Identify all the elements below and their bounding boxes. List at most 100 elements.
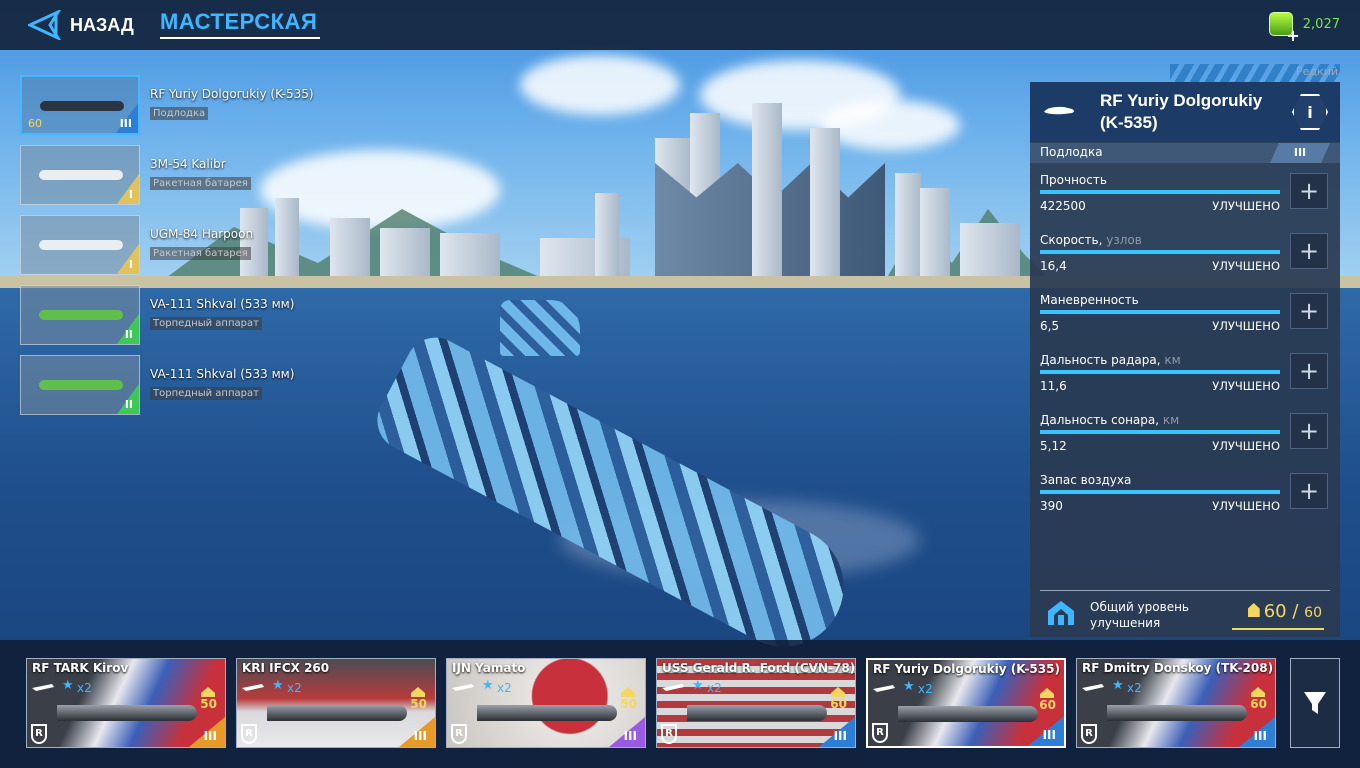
plus-icon: + <box>1298 177 1320 205</box>
plus-icon: + <box>1298 357 1320 385</box>
ship-type-icon <box>452 684 474 691</box>
ship-card[interactable]: RF Yuriy Dolgorukiy (K-535) ★ x2 60 R III <box>866 658 1066 748</box>
upgrade-plus-button[interactable]: + <box>1290 233 1328 269</box>
cloud <box>820 100 960 150</box>
rank-badge: R <box>1081 724 1097 744</box>
total-underline <box>1232 628 1324 630</box>
stat-value: 11,6 <box>1040 379 1067 393</box>
ship-card-name: RF Dmitry Donskoy (TK-208) <box>1082 661 1274 675</box>
ship-card-name: USS Gerald R. Ford (CVN-78) <box>662 661 856 675</box>
plus-icon: + <box>1298 477 1320 505</box>
stat-row: Скорость, узлов 16,4 УЛУЧШЕНО + <box>1040 233 1330 289</box>
ship-card-level: 50 <box>620 697 637 711</box>
ship-class: Подлодка <box>1040 145 1103 159</box>
cloud <box>520 55 680 115</box>
top-bar: НАЗАД МАСТЕРСКАЯ 2,027 <box>0 0 1360 50</box>
weapon-image <box>39 170 123 180</box>
loadout-item[interactable]: II VA-111 Shkval (533 мм) Торпедный аппара… <box>20 355 350 415</box>
ship-card-name: IJN Yamato <box>452 661 526 675</box>
stat-upgrade-status: УЛУЧШЕНО <box>1212 439 1280 453</box>
ship-card-level: 60 <box>1250 697 1267 711</box>
loadout-item[interactable]: II VA-111 Shkval (533 мм) Торпедный аппара… <box>20 285 350 345</box>
ship-card[interactable]: KRI IFCX 260 ★ x2 50 R III <box>236 658 436 748</box>
plus-icon: + <box>1298 237 1320 265</box>
ship-card[interactable]: IJN Yamato ★ x2 50 R III <box>446 658 646 748</box>
stat-row: Дальность сонара, км 5,12 УЛУЧШЕНО + <box>1040 413 1330 469</box>
upgrade-plus-button[interactable]: + <box>1290 293 1328 329</box>
upgrade-level-icon <box>1048 601 1074 625</box>
ship-type-icon <box>32 684 54 691</box>
ship-image <box>57 705 197 721</box>
star-count: x2 <box>287 681 302 695</box>
page-title: МАСТЕРСКАЯ <box>160 9 318 34</box>
ship-card-tier: III <box>1253 729 1267 743</box>
loadout-tier: II <box>124 398 133 411</box>
plus-icon: + <box>1298 417 1320 445</box>
total-upgrade-value: 60 / 60 <box>1247 601 1322 622</box>
stat-row: Маневренность 6,5 УЛУЧШЕНО + <box>1040 293 1330 349</box>
stat-bar <box>1040 430 1280 434</box>
building <box>895 173 921 278</box>
ship-card[interactable]: USS Gerald R. Ford (CVN-78) ★ x2 60 R III <box>656 658 856 748</box>
ship-card-tier: III <box>623 729 637 743</box>
stat-unit: км <box>1162 413 1180 427</box>
ship-image <box>267 705 407 721</box>
star-count: x2 <box>707 681 722 695</box>
loadout-item[interactable]: I 3M-54 Kalibr Ракетная батарея <box>20 145 350 205</box>
star-count: x2 <box>77 681 92 695</box>
star-count: x2 <box>918 682 933 696</box>
back-button[interactable]: НАЗАД <box>28 8 134 42</box>
weapon-image <box>39 240 123 250</box>
stat-row: Прочность 422500 УЛУЧШЕНО + <box>1040 173 1330 229</box>
plus-icon: + <box>1298 297 1320 325</box>
stat-upgrade-status: УЛУЧШЕНО <box>1212 259 1280 273</box>
loadout-tier: III <box>119 117 132 130</box>
loadout-tier: I <box>128 258 133 271</box>
total-separator: / <box>1292 601 1299 622</box>
stat-name: Дальность сонара, км <box>1040 413 1180 427</box>
upgrade-plus-button[interactable]: + <box>1290 353 1328 389</box>
total-max: 60 <box>1304 605 1322 621</box>
star-count: x2 <box>497 681 512 695</box>
info-button[interactable]: i <box>1292 94 1328 130</box>
stat-unit: км <box>1164 353 1181 367</box>
ship-tier: III <box>1270 143 1330 163</box>
stat-bar <box>1040 190 1280 194</box>
currency-display[interactable]: 2,027 <box>1268 12 1340 45</box>
currency-value: 2,027 <box>1302 16 1340 32</box>
submarine-class-icon <box>1044 106 1074 115</box>
upgrade-plus-button[interactable]: + <box>1290 473 1328 509</box>
title-underline <box>160 37 320 39</box>
total-upgrade: Общий уровень улучшения 60 / 60 <box>1040 590 1330 632</box>
ship-card[interactable]: RF TARK Kirov ★ x2 50 R III <box>26 658 226 748</box>
ship-image <box>898 706 1038 722</box>
loadout-name: VA-111 Shkval (533 мм) <box>150 297 295 311</box>
stat-bar <box>1040 370 1280 374</box>
ship-image <box>477 705 617 721</box>
stat-value: 390 <box>1040 499 1063 513</box>
ship-card-name: KRI IFCX 260 <box>242 661 330 675</box>
rank-badge: R <box>31 724 47 744</box>
rank-badge: R <box>872 723 888 743</box>
ship-card[interactable]: RF Dmitry Donskoy (TK-208) ★ x2 60 R III <box>1076 658 1276 748</box>
loadout-thumbnail: II <box>20 355 140 415</box>
loadout-name: 3M-54 Kalibr <box>150 157 226 171</box>
ship-card-name: RF TARK Kirov <box>32 661 129 675</box>
loadout-item[interactable]: III 60 RF Yuriy Dolgorukiy (K-535) Подлодка <box>20 75 350 135</box>
loadout-item[interactable]: I UGM-84 Harpoon Ракетная батарея <box>20 215 350 275</box>
building <box>810 128 840 278</box>
ship-type-icon <box>242 684 264 691</box>
weapon-image <box>39 310 123 320</box>
weapon-image <box>39 380 123 390</box>
loadout-type: Торпедный аппарат <box>150 387 262 400</box>
loadout-name: VA-111 Shkval (533 мм) <box>150 367 295 381</box>
upgrade-plus-button[interactable]: + <box>1290 413 1328 449</box>
upgrade-plus-button[interactable]: + <box>1290 173 1328 209</box>
ship-type-icon <box>662 684 684 691</box>
stat-name: Маневренность <box>1040 293 1139 307</box>
ship-card-level: 50 <box>410 697 427 711</box>
loadout-thumbnail: III 60 <box>20 75 140 135</box>
star-count: x2 <box>1127 681 1142 695</box>
stat-unit: узлов <box>1106 233 1142 247</box>
filter-button[interactable] <box>1290 658 1340 748</box>
